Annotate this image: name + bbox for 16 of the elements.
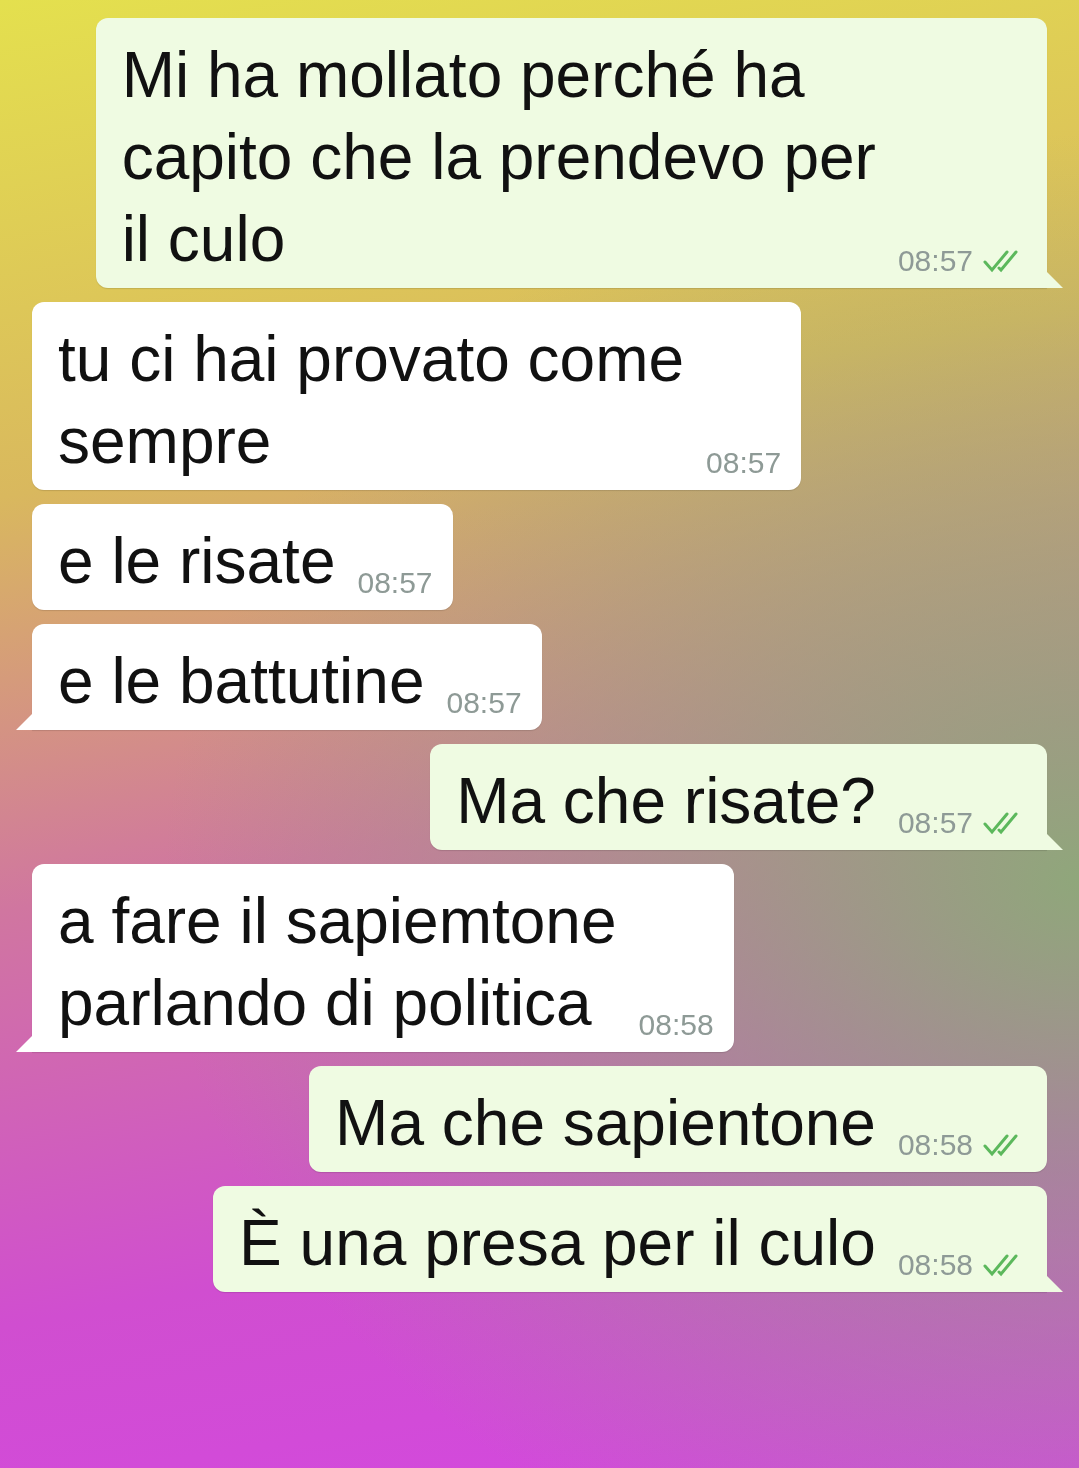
message-text: Ma che sapientone	[335, 1086, 876, 1161]
message-time: 08:58	[638, 1008, 714, 1042]
message-time: 08:57	[897, 806, 973, 840]
message-text: tu ci hai provato come sempre	[58, 322, 685, 479]
message-text: a fare il sapiemtone parlando di politica	[58, 884, 617, 1041]
message-time: 08:57	[357, 566, 433, 600]
message-time: 08:57	[706, 446, 782, 480]
message-time: 08:57	[446, 686, 522, 720]
message-time: 08:57	[897, 244, 973, 278]
message-text: È una presa per il culo	[239, 1206, 876, 1281]
message-text: Mi ha mollato perché ha capito che la prendevo per il culo	[121, 38, 876, 277]
message-text: e le risate	[58, 524, 336, 599]
message-text: e le battutine	[58, 644, 425, 719]
message-time: 08:58	[897, 1128, 973, 1162]
message-text: Ma che risate?	[456, 764, 876, 839]
message-time: 08:58	[897, 1248, 973, 1282]
